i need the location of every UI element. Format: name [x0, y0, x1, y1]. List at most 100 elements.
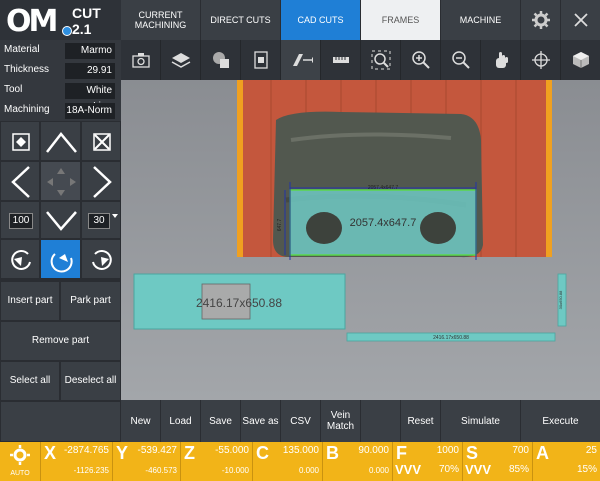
empty-button-slot — [0, 401, 121, 442]
tab-frames[interactable]: FRAMES — [361, 0, 441, 40]
tab-direct-cuts[interactable]: DIRECT CUTS — [201, 0, 281, 40]
move-left-button[interactable] — [0, 161, 40, 201]
load-button[interactable]: Load — [161, 400, 201, 442]
dropdown-arrow-icon[interactable] — [82, 202, 122, 240]
csv-button[interactable]: CSV — [281, 400, 321, 442]
param-label: Tool — [4, 84, 23, 95]
save-button[interactable]: Save — [201, 400, 241, 442]
remove-part-button[interactable]: Remove part — [0, 321, 121, 361]
simulate-button[interactable]: Simulate — [441, 400, 521, 442]
load-percent: 15% — [576, 464, 597, 475]
direction-pad-icon — [47, 168, 76, 196]
gear-icon — [10, 445, 30, 465]
parked-part-3-dim: 30x650.88 — [558, 290, 563, 309]
close-button[interactable] — [561, 0, 600, 40]
logo-mark: OM — [6, 4, 58, 39]
hand-icon — [496, 52, 508, 68]
reset-button[interactable]: Reset — [401, 400, 441, 442]
axis-letter: Z — [184, 443, 195, 463]
layers-icon — [171, 53, 191, 68]
settings-button[interactable] — [521, 0, 561, 40]
park-part-button[interactable]: Park part — [60, 281, 121, 321]
current-amps: A 25 15% — [532, 442, 600, 481]
new-button[interactable]: New — [121, 400, 161, 442]
param-label: Thickness — [4, 64, 50, 75]
param-material[interactable]: Material Marmo — [0, 41, 121, 61]
3d-view-button[interactable] — [561, 40, 600, 80]
param-value[interactable]: 18A-Norm — [65, 103, 115, 119]
left-panel: OM CUT 2.1 Material Marmo Thickness 29.9… — [0, 0, 121, 442]
select-all-button[interactable]: Select all — [0, 361, 60, 401]
logo-dot-icon — [62, 26, 72, 36]
target-button[interactable] — [521, 40, 561, 80]
sink-cutout-right[interactable] — [420, 212, 456, 244]
cancel-move-button[interactable] — [81, 121, 121, 161]
move-up-button[interactable] — [40, 121, 81, 161]
shapes-icon — [213, 52, 229, 68]
axis-value: -539.427 — [137, 445, 177, 456]
origin-button[interactable] — [0, 121, 40, 161]
chevron-left-icon — [11, 166, 30, 198]
rotate-center-button[interactable] — [40, 239, 81, 279]
axis-letter: C — [256, 443, 269, 463]
zoom-in-icon — [412, 51, 430, 69]
step-right-cell: 30 — [81, 201, 121, 239]
param-thickness[interactable]: Thickness 29.91 — [0, 61, 121, 81]
spindle-override: 85% — [508, 464, 529, 475]
zoom-out-button[interactable] — [441, 40, 481, 80]
shapes-button[interactable] — [201, 40, 241, 80]
deselect-all-button[interactable]: Deselect all — [60, 361, 121, 401]
axis-letter: F — [396, 443, 407, 463]
axis-value: 90.000 — [358, 445, 389, 456]
center-pad[interactable] — [40, 161, 81, 201]
cad-canvas[interactable]: 2057.4x647.7 2057.4x647.7 647.7 2416.17x… — [121, 80, 600, 400]
app-version: CUT 2.1 — [72, 5, 101, 37]
layers-button[interactable] — [161, 40, 201, 80]
main-tabs: CURRENT MACHINING DIRECT CUTS CAD CUTS F… — [121, 0, 600, 40]
param-tool[interactable]: Tool White Lion — [0, 81, 121, 112]
axis-subvalue: -10.000 — [221, 466, 249, 475]
axis-letter: X — [44, 443, 57, 463]
status-bar: AUTO X -2874.765 -1126.235 Y -539.427 -4… — [0, 442, 600, 481]
axis-c: C 135.000 0.000 — [252, 442, 322, 481]
param-value[interactable]: 29.91 — [65, 63, 115, 79]
rotate-ccw-button[interactable] — [0, 239, 40, 279]
move-down-button[interactable] — [40, 201, 81, 239]
rotate-ccw-icon — [11, 249, 31, 270]
sink-cutout-left[interactable] — [306, 212, 342, 244]
spindle-speed: S 700 VVV 85% — [462, 442, 532, 481]
ruler-button[interactable] — [321, 40, 361, 80]
param-value[interactable]: Marmo — [65, 43, 115, 59]
axis-value: 135.000 — [282, 445, 319, 456]
rotate-icon — [50, 253, 73, 273]
part-on-slab-dim-top: 2057.4x647.7 — [368, 185, 399, 191]
camera-icon — [132, 53, 150, 68]
axis-letter: Y — [116, 443, 129, 463]
import-button[interactable] — [241, 40, 281, 80]
feed-override-icon: VVV — [395, 462, 422, 477]
step-value-input[interactable]: 100 — [9, 213, 33, 229]
vein-match-button[interactable]: Vein Match — [321, 400, 361, 442]
axis-y: Y -539.427 -460.573 — [112, 442, 180, 481]
tab-current-machining[interactable]: CURRENT MACHINING — [121, 0, 201, 40]
canvas-drawing: 2057.4x647.7 2057.4x647.7 647.7 2416.17x… — [133, 80, 567, 342]
chevron-up-icon — [46, 132, 77, 153]
move-right-button[interactable] — [81, 161, 121, 201]
param-value[interactable]: White Lion — [65, 83, 115, 112]
camera-button[interactable] — [121, 40, 161, 80]
zoom-fit-button[interactable] — [361, 40, 401, 80]
app-logo: OM CUT 2.1 — [0, 0, 121, 40]
zoom-in-button[interactable] — [401, 40, 441, 80]
transform-button[interactable] — [281, 40, 321, 80]
execute-button[interactable]: Execute — [521, 400, 600, 442]
save-as-button[interactable]: Save as — [241, 400, 281, 442]
insert-part-button[interactable]: Insert part — [0, 281, 60, 321]
pan-button[interactable] — [481, 40, 521, 80]
param-machining[interactable]: Machining 18A-Norm — [0, 101, 121, 121]
rotate-cw-button[interactable] — [81, 239, 121, 279]
tab-machine[interactable]: MACHINE — [441, 0, 521, 40]
tab-cad-cuts[interactable]: CAD CUTS — [281, 0, 361, 40]
mode-indicator[interactable]: AUTO — [0, 442, 40, 481]
action-bar: New Load Save Save as CSV Vein Match Res… — [121, 400, 600, 442]
diamond-icon — [12, 133, 30, 151]
